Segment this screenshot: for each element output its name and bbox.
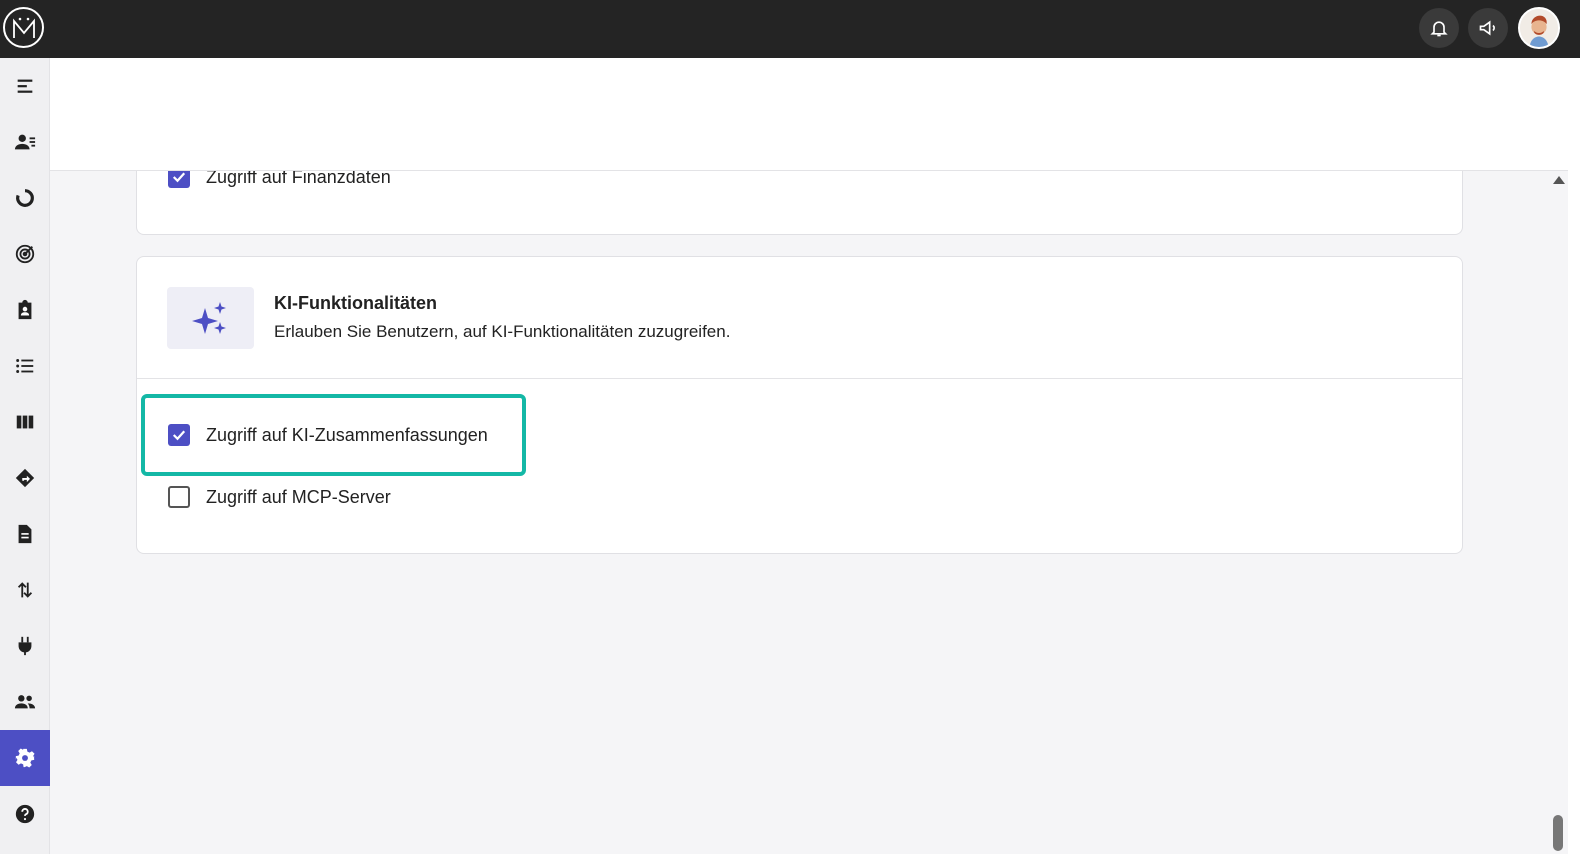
sidebar-document-icon[interactable]: [0, 506, 50, 562]
sidebar-list-icon[interactable]: [0, 338, 50, 394]
sidebar-board-columns-icon[interactable]: [0, 394, 50, 450]
sidebar-people-icon[interactable]: [0, 674, 50, 730]
sidebar-contacts-icon[interactable]: [0, 114, 50, 170]
sidebar-directions-icon[interactable]: [0, 450, 50, 506]
highlight-annotation: [141, 394, 526, 476]
sidebar-transfer-arrows-icon[interactable]: [0, 562, 50, 618]
breadcrumb-separator: >: [395, 72, 409, 97]
section-divider: [137, 378, 1462, 379]
sidebar: [0, 58, 50, 854]
finance-data-label: Zugriff auf Finanzdaten: [206, 167, 391, 187]
page-title: Full Trial Access: [416, 71, 590, 98]
sidebar-settings-gear-icon[interactable]: [0, 730, 50, 786]
sidebar-help-icon[interactable]: [0, 786, 50, 842]
scroll-up-arrow-icon[interactable]: [1553, 176, 1565, 184]
sidebar-target-icon[interactable]: [0, 226, 50, 282]
sidebar-dashboard-icon[interactable]: [0, 170, 50, 226]
breadcrumb: Verwalten > Benutzergruppen > Full Trial…: [69, 71, 590, 99]
sidebar-menu-toggle-icon[interactable]: [0, 58, 50, 114]
breadcrumb-link-benutzergruppen[interactable]: Benutzergruppen: [203, 71, 387, 99]
finance-data-checkbox[interactable]: [168, 166, 190, 188]
announcements-megaphone-icon[interactable]: [1468, 8, 1508, 48]
window-edge: [1568, 58, 1580, 854]
sparkles-icon: [167, 287, 254, 349]
sidebar-clipboard-user-icon[interactable]: [0, 282, 50, 338]
finance-card: Zugriff auf Finanzdaten: [136, 150, 1463, 235]
user-avatar[interactable]: [1518, 7, 1560, 49]
notifications-bell-icon[interactable]: [1419, 8, 1459, 48]
mcp-server-checkbox[interactable]: [168, 486, 190, 508]
mcp-server-label: Zugriff auf MCP-Server: [206, 487, 391, 507]
scrollbar-thumb[interactable]: [1553, 815, 1563, 851]
scrollbar[interactable]: [1550, 171, 1568, 854]
ki-section-description: Erlauben Sie Benutzern, auf KI-Funktiona…: [274, 322, 731, 341]
sidebar-plug-icon[interactable]: [0, 618, 50, 674]
top-bar: [0, 0, 1580, 58]
breadcrumb-separator: >: [182, 72, 196, 97]
breadcrumb-link-verwalten[interactable]: Verwalten: [69, 71, 174, 99]
app-logo-icon[interactable]: [3, 7, 44, 48]
ki-section-title: KI-Funktionalitäten: [274, 293, 437, 313]
